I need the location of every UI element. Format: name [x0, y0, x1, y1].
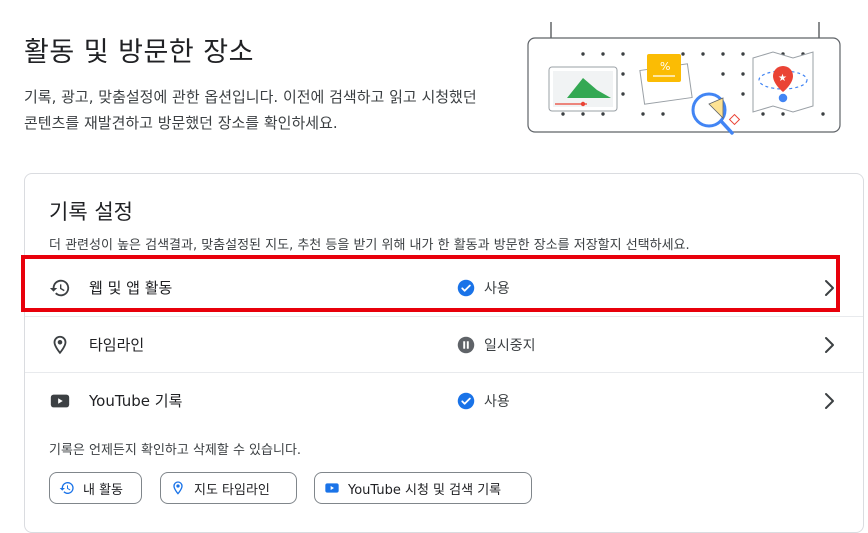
check-circle-icon — [457, 279, 475, 297]
chip-label: 지도 타임라인 — [194, 482, 270, 498]
history-settings-card: 기록 설정 더 관련성이 높은 검색결과, 맞춤설정된 지도, 추천 등을 받기… — [24, 173, 864, 533]
row-label: 웹 및 앱 활동 — [89, 279, 173, 297]
check-circle-icon — [457, 392, 475, 410]
delete-history-note: 기록은 언제든지 확인하고 삭제할 수 있습니다. — [49, 443, 302, 458]
timeline-row[interactable]: 타임라인 일시중지 — [25, 316, 863, 373]
location-pin-icon — [53, 335, 67, 355]
youtube-icon — [50, 394, 70, 408]
row-label: YouTube 기록 — [89, 392, 183, 410]
row-label: 타임라인 — [89, 336, 145, 354]
row-status: 일시중지 — [484, 338, 536, 354]
history-icon — [49, 279, 70, 297]
chevron-right-icon — [825, 337, 834, 353]
chevron-right-icon — [825, 393, 834, 409]
card-description: 더 관련성이 높은 검색결과, 맞춤설정된 지도, 추천 등을 받기 위해 내가… — [49, 238, 690, 253]
youtube-history-row[interactable]: YouTube 기록 사용 — [25, 372, 863, 429]
pause-circle-icon — [457, 336, 475, 354]
svg-text:%: % — [660, 60, 670, 73]
svg-text:★: ★ — [778, 73, 787, 84]
maps-timeline-chip[interactable]: 지도 타임라인 — [160, 472, 297, 504]
page-title: 활동 및 방문한 장소 — [24, 37, 254, 68]
row-status: 사용 — [484, 281, 510, 297]
chip-label: 내 활동 — [83, 482, 124, 498]
web-app-activity-row[interactable]: 웹 및 앱 활동 사용 — [25, 260, 863, 316]
youtube-icon — [325, 483, 339, 493]
page-description: 기록, 광고, 맞춤설정에 관한 옵션입니다. 이전에 검색하고 읽고 시청했던… — [24, 88, 477, 132]
location-pin-icon — [173, 481, 183, 495]
youtube-watch-search-history-chip[interactable]: YouTube 시청 및 검색 기록 — [314, 472, 532, 504]
chevron-right-icon — [825, 280, 834, 296]
chip-label: YouTube 시청 및 검색 기록 — [348, 482, 502, 498]
row-status: 사용 — [484, 394, 510, 410]
my-activity-chip[interactable]: 내 활동 — [49, 472, 142, 504]
card-title: 기록 설정 — [49, 200, 133, 224]
activity-illustration: % ★ — [527, 22, 841, 135]
history-icon — [59, 482, 74, 494]
